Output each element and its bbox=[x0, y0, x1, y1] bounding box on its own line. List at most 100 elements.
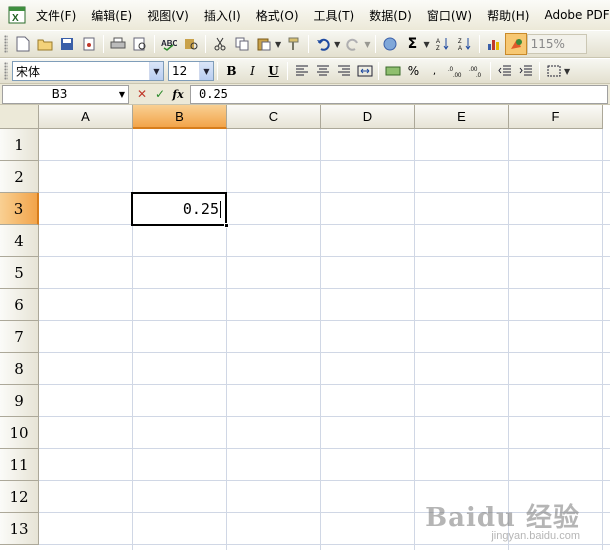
toolbar-grip[interactable] bbox=[4, 62, 8, 80]
print-icon[interactable] bbox=[107, 33, 129, 55]
row-header-12[interactable]: 12 bbox=[0, 481, 39, 513]
row-header-1[interactable]: 1 bbox=[0, 129, 39, 161]
align-left-icon[interactable] bbox=[291, 61, 312, 81]
row-header-10[interactable]: 10 bbox=[0, 417, 39, 449]
chevron-down-icon[interactable]: ▼ bbox=[149, 62, 163, 80]
undo-icon[interactable] bbox=[312, 33, 334, 55]
row-header-6[interactable]: 6 bbox=[0, 289, 39, 321]
svg-text:A: A bbox=[458, 46, 462, 51]
open-folder-icon[interactable] bbox=[34, 33, 56, 55]
active-cell-value: 0.25 bbox=[182, 200, 219, 218]
menu-format[interactable]: 格式(O) bbox=[252, 7, 303, 24]
menu-adobe-pdf[interactable]: Adobe PDF bbox=[540, 8, 610, 22]
row-header-9[interactable]: 9 bbox=[0, 385, 39, 417]
cut-icon[interactable] bbox=[209, 33, 231, 55]
decrease-decimal-icon[interactable]: .00.0 bbox=[466, 61, 487, 81]
new-document-icon[interactable] bbox=[12, 33, 34, 55]
row-header-4[interactable]: 4 bbox=[0, 225, 39, 257]
row-header-2[interactable]: 2 bbox=[0, 161, 39, 193]
italic-button[interactable]: I bbox=[242, 61, 263, 81]
redo-icon[interactable] bbox=[342, 33, 364, 55]
column-header-e[interactable]: E bbox=[415, 105, 509, 129]
column-header-d[interactable]: D bbox=[321, 105, 415, 129]
menu-tools[interactable]: 工具(T) bbox=[310, 7, 359, 24]
insert-function-icon[interactable]: fx bbox=[169, 85, 187, 104]
borders-icon[interactable] bbox=[543, 61, 564, 81]
percent-button[interactable]: % bbox=[403, 61, 424, 81]
borders-dropdown-icon[interactable]: ▼ bbox=[564, 67, 570, 76]
save-icon[interactable] bbox=[56, 33, 78, 55]
chevron-down-icon[interactable]: ▼ bbox=[199, 62, 213, 80]
name-box[interactable]: B3 ▼ bbox=[2, 84, 129, 104]
name-box-value: B3 bbox=[51, 87, 68, 101]
menu-help[interactable]: 帮助(H) bbox=[483, 7, 533, 24]
row-header-5[interactable]: 5 bbox=[0, 257, 39, 289]
print-preview-icon[interactable] bbox=[129, 33, 151, 55]
bold-button[interactable]: B bbox=[221, 61, 242, 81]
menu-window[interactable]: 窗口(W) bbox=[423, 7, 476, 24]
svg-text:Z: Z bbox=[436, 46, 440, 51]
increase-decimal-icon[interactable]: .0.00 bbox=[445, 61, 466, 81]
drawing-icon[interactable] bbox=[504, 33, 527, 55]
format-painter-icon[interactable] bbox=[283, 33, 305, 55]
menu-insert[interactable]: 插入(I) bbox=[200, 7, 245, 24]
decrease-indent-icon[interactable] bbox=[494, 61, 515, 81]
autosum-icon[interactable]: Σ bbox=[401, 33, 423, 55]
cell-area[interactable] bbox=[39, 129, 610, 550]
chart-wizard-icon[interactable] bbox=[483, 33, 505, 55]
menu-data[interactable]: 数据(D) bbox=[365, 7, 416, 24]
formula-input[interactable]: 0.25 bbox=[190, 84, 608, 104]
row-header-8[interactable]: 8 bbox=[0, 353, 39, 385]
column-header-f[interactable]: F bbox=[509, 105, 603, 129]
paste-icon[interactable] bbox=[253, 33, 275, 55]
underline-button[interactable]: U bbox=[263, 61, 284, 81]
menu-file[interactable]: 文件(F) bbox=[32, 7, 80, 24]
font-name-value: 宋体 bbox=[16, 64, 41, 79]
toolbar-separator bbox=[205, 35, 206, 53]
formatting-toolbar: 宋体 ▼ 12 ▼ B I U % , .0.00 .00.0 ▼ bbox=[0, 58, 610, 84]
research-icon[interactable] bbox=[180, 33, 202, 55]
merge-center-icon[interactable] bbox=[354, 61, 375, 81]
svg-text:X: X bbox=[12, 13, 19, 24]
select-all-button[interactable] bbox=[0, 105, 39, 129]
excel-app-icon[interactable]: X bbox=[8, 6, 26, 24]
align-right-icon[interactable] bbox=[333, 61, 354, 81]
sort-ascending-icon[interactable]: AZ bbox=[432, 33, 454, 55]
toolbar-separator bbox=[490, 62, 491, 80]
row-header-13[interactable]: 13 bbox=[0, 513, 39, 545]
comma-style-icon[interactable]: , bbox=[424, 61, 445, 81]
watermark-text: Baidu 经验 bbox=[425, 503, 580, 533]
zoom-combo[interactable]: 115% bbox=[526, 34, 587, 54]
row-header-3[interactable]: 3 bbox=[0, 193, 39, 225]
copy-icon[interactable] bbox=[231, 33, 253, 55]
column-header-c[interactable]: C bbox=[227, 105, 321, 129]
paste-dropdown-icon[interactable]: ▼ bbox=[275, 40, 281, 49]
enter-icon[interactable]: ✓ bbox=[151, 85, 169, 104]
align-center-icon[interactable] bbox=[312, 61, 333, 81]
permission-icon[interactable] bbox=[78, 33, 100, 55]
row-header-7[interactable]: 7 bbox=[0, 321, 39, 353]
redo-dropdown-icon[interactable]: ▼ bbox=[364, 40, 370, 49]
hyperlink-icon[interactable] bbox=[379, 33, 401, 55]
font-size-combo[interactable]: 12 ▼ bbox=[168, 61, 214, 81]
row-header-11[interactable]: 11 bbox=[0, 449, 39, 481]
svg-text:A: A bbox=[436, 39, 440, 45]
fill-handle[interactable] bbox=[224, 223, 229, 228]
toolbar-grip[interactable] bbox=[4, 35, 8, 53]
sort-descending-icon[interactable]: ZA bbox=[454, 33, 476, 55]
column-header-a[interactable]: A bbox=[39, 105, 133, 129]
menu-edit[interactable]: 编辑(E) bbox=[87, 7, 136, 24]
font-name-combo[interactable]: 宋体 ▼ bbox=[12, 61, 164, 81]
currency-icon[interactable] bbox=[382, 61, 403, 81]
toolbar-separator bbox=[375, 35, 377, 53]
chevron-down-icon[interactable]: ▼ bbox=[116, 90, 128, 99]
increase-indent-icon[interactable] bbox=[515, 61, 536, 81]
spelling-icon[interactable]: ABC bbox=[158, 33, 180, 55]
menu-view[interactable]: 视图(V) bbox=[143, 7, 193, 24]
cancel-icon[interactable]: ✕ bbox=[133, 85, 151, 104]
active-cell-b3[interactable]: 0.25 bbox=[131, 192, 227, 226]
undo-dropdown-icon[interactable]: ▼ bbox=[334, 40, 340, 49]
column-header-b[interactable]: B bbox=[133, 105, 227, 129]
autosum-dropdown-icon[interactable]: ▼ bbox=[423, 40, 429, 49]
standard-toolbar: ABC ▼ ▼ ▼ Σ ▼ AZ ZA 115% bbox=[0, 30, 610, 58]
